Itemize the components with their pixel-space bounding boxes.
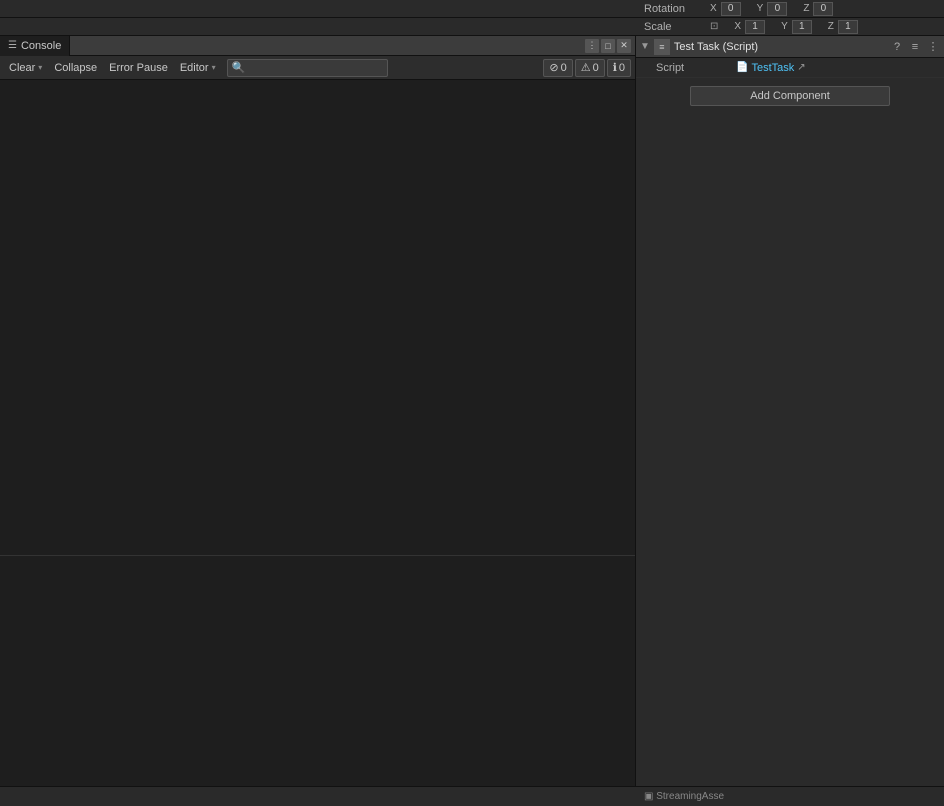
scale-x-value[interactable]: 1: [745, 20, 765, 34]
console-tab[interactable]: ☰ Console: [0, 36, 70, 56]
clear-button[interactable]: Clear ▾: [4, 59, 47, 77]
scale-x-label: X: [734, 21, 741, 32]
console-maximize-btn[interactable]: □: [601, 39, 615, 53]
editor-button[interactable]: Editor ▾: [175, 59, 221, 77]
console-more-btn[interactable]: ⋮: [585, 39, 599, 53]
search-icon: 🔍: [232, 61, 246, 74]
warning-badge-icon: ⚠: [581, 61, 591, 74]
warning-count: 0: [593, 62, 599, 74]
script-field-label: Script: [656, 62, 736, 74]
scale-y-label: Y: [781, 21, 788, 32]
rotation-label: Rotation: [644, 3, 694, 15]
rotation-y-field: Y 0: [757, 2, 788, 16]
console-close-btn[interactable]: ✕: [617, 39, 631, 53]
collapse-button[interactable]: Collapse: [49, 59, 102, 77]
editor-chevron: ▾: [212, 63, 216, 72]
rotation-bar-left: [0, 0, 636, 17]
rotation-x-field: X 0: [710, 2, 741, 16]
console-panel: ☰ Console ⋮ □ ✕ Clear ▾ Collapse Error P…: [0, 36, 636, 786]
console-tab-label: Console: [21, 40, 61, 52]
script-field-value: 📄 TestTask ↗: [736, 62, 806, 74]
script-field-row: Script 📄 TestTask ↗: [636, 58, 944, 78]
rotation-z-field: Z 0: [803, 2, 833, 16]
component-more-icon[interactable]: ⋮: [926, 40, 940, 54]
scale-x-field: X 1: [734, 20, 765, 34]
script-file-name[interactable]: TestTask: [751, 62, 794, 74]
console-tab-bar: ☰ Console ⋮ □ ✕: [0, 36, 635, 56]
console-detail-area: [0, 556, 635, 786]
rotation-x-value[interactable]: 0: [721, 2, 741, 16]
scale-y-field: Y 1: [781, 20, 812, 34]
editor-label: Editor: [180, 62, 209, 74]
console-log-area[interactable]: [0, 80, 635, 555]
component-collapse-arrow[interactable]: ▼: [640, 41, 650, 52]
rotation-z-label: Z: [803, 3, 809, 14]
scale-lock-icon: ⊡: [710, 21, 718, 32]
streaming-assets-text: ▣ StreamingAsse: [644, 791, 724, 802]
warning-counter[interactable]: ⚠ 0: [575, 59, 605, 77]
script-open-icon[interactable]: ↗: [797, 62, 805, 73]
add-component-button[interactable]: Add Component: [690, 86, 890, 106]
scale-z-field: Z 1: [828, 20, 858, 34]
status-bar: ▣ StreamingAsse: [0, 786, 944, 806]
component-header: ▼ ≡ Test Task (Script) ? ≡ ⋮: [636, 36, 944, 58]
scale-bar-left: [0, 18, 636, 35]
add-component-area: Add Component: [636, 78, 944, 114]
component-script-icon: ≡: [654, 39, 670, 55]
rotation-bar-right: Rotation X 0 Y 0 Z 0: [636, 0, 944, 17]
error-count: 0: [561, 62, 567, 74]
info-count: 0: [619, 62, 625, 74]
scale-bar-right: Scale ⊡ X 1 Y 1 Z 1: [636, 18, 944, 35]
rotation-y-value[interactable]: 0: [767, 2, 787, 16]
component-controls: ? ≡ ⋮: [890, 40, 940, 54]
collapse-label: Collapse: [54, 62, 97, 74]
error-pause-button[interactable]: Error Pause: [104, 59, 173, 77]
component-settings-icon[interactable]: ≡: [908, 40, 922, 54]
inspector-panel: ▼ ≡ Test Task (Script) ? ≡ ⋮ Script 📄 Te…: [636, 36, 944, 786]
script-file-icon: 📄: [736, 62, 748, 73]
info-counter[interactable]: ℹ 0: [607, 59, 631, 77]
scale-y-value[interactable]: 1: [792, 20, 812, 34]
component-help-icon[interactable]: ?: [890, 40, 904, 54]
error-pause-label: Error Pause: [109, 62, 168, 74]
status-right: ▣ StreamingAsse: [644, 791, 936, 802]
error-badge-icon: ⊘: [549, 61, 558, 74]
console-search-field[interactable]: 🔍: [227, 59, 388, 77]
console-tab-icon: ☰: [8, 40, 17, 51]
rotation-x-label: X: [710, 3, 717, 14]
error-counter[interactable]: ⊘ 0: [543, 59, 572, 77]
scale-z-value[interactable]: 1: [838, 20, 858, 34]
scale-icon-field: ⊡: [710, 21, 718, 32]
component-title: Test Task (Script): [674, 41, 886, 53]
console-search-input[interactable]: [248, 62, 383, 74]
scale-label: Scale: [644, 21, 694, 33]
console-toolbar: Clear ▾ Collapse Error Pause Editor ▾ 🔍 …: [0, 56, 635, 80]
info-badge-icon: ℹ: [613, 61, 617, 74]
console-tab-controls: ⋮ □ ✕: [585, 39, 635, 53]
scale-z-label: Z: [828, 21, 834, 32]
clear-chevron: ▾: [38, 63, 42, 72]
rotation-y-label: Y: [757, 3, 764, 14]
clear-label: Clear: [9, 62, 35, 74]
rotation-z-value[interactable]: 0: [813, 2, 833, 16]
